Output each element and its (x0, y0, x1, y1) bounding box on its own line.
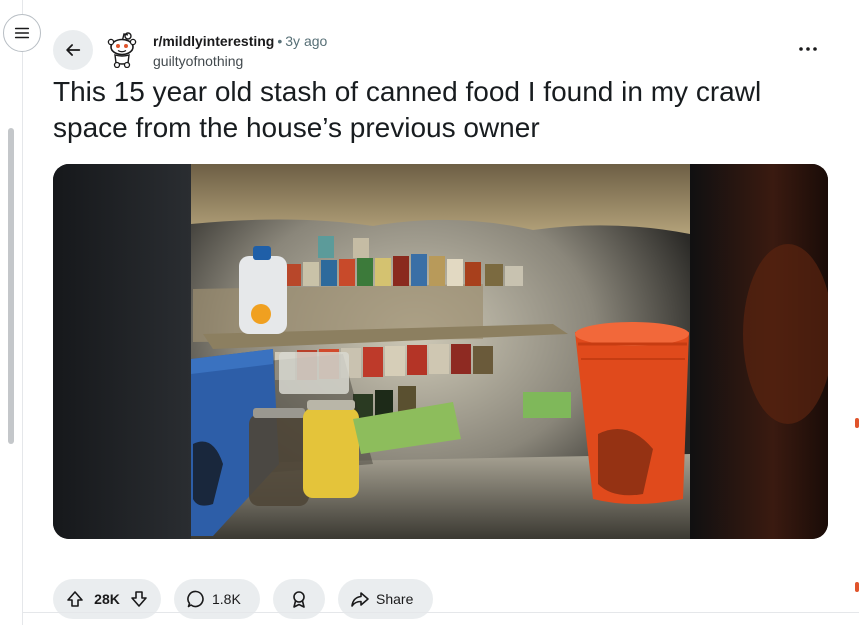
post-time: 3y ago (285, 33, 328, 49)
milk-jug (239, 246, 287, 334)
post-title: This 15 year old stash of canned food I … (53, 76, 762, 143)
clear-bin (279, 352, 349, 394)
jars (249, 400, 359, 506)
subreddit-link[interactable]: r/mildlyinteresting (153, 33, 274, 49)
edge-indicator (855, 418, 859, 428)
arrow-left-icon (66, 44, 81, 56)
meta-line: r/mildlyinteresting • 3y ago (153, 31, 327, 51)
subreddit-avatar[interactable] (104, 30, 140, 69)
snoo-icon (107, 32, 137, 69)
vote-count: 28K (94, 591, 120, 607)
reddit-post-page: r/mildlyinteresting • 3y ago guiltyofnothi… (0, 0, 859, 625)
comment-count: 1.8K (212, 591, 241, 607)
vote-control: 28K (53, 579, 161, 619)
share-button[interactable]: Share (338, 579, 433, 619)
arrow-up-icon[interactable] (65, 589, 85, 609)
hamburger-icon (14, 27, 30, 39)
arrow-down-icon[interactable] (129, 589, 149, 609)
divider (23, 612, 859, 613)
author-link[interactable]: guiltyofnothing (153, 51, 327, 71)
award-icon (293, 591, 305, 608)
meta-separator: • (277, 33, 283, 49)
speech-bubble-icon (187, 590, 204, 608)
scrollbar[interactable] (8, 128, 14, 444)
share-arrow-icon (351, 592, 369, 607)
edge-indicator (855, 582, 859, 592)
post-image[interactable] (53, 164, 828, 539)
back-button[interactable] (53, 30, 93, 70)
award-button[interactable] (273, 579, 325, 619)
share-label: Share (376, 591, 414, 607)
menu-button[interactable] (3, 14, 41, 52)
more-options-button[interactable] (790, 36, 826, 62)
comments-button[interactable]: 1.8K (174, 579, 260, 619)
crawl-space-photo (53, 164, 828, 539)
post-actions: 28K 1.8K Share (53, 579, 433, 619)
left-rail (0, 0, 23, 625)
ellipsis-icon (799, 47, 817, 51)
post-meta: r/mildlyinteresting • 3y ago guiltyofnothi… (153, 31, 327, 71)
